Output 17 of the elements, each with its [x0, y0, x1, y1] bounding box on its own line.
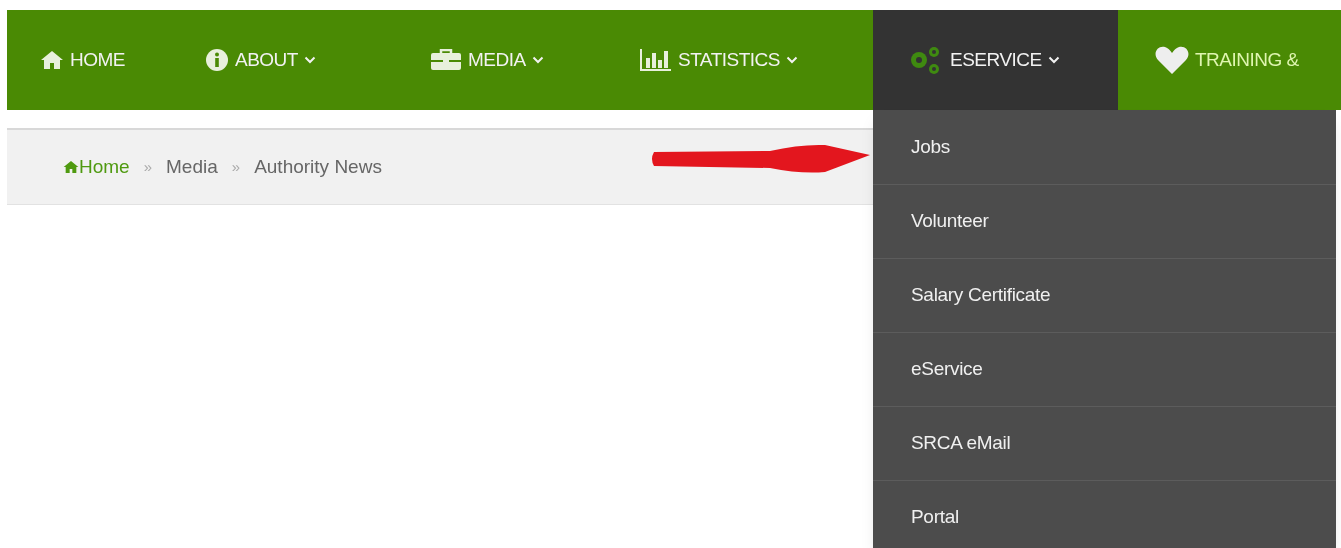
breadcrumb-link[interactable]: Media	[166, 152, 218, 182]
dropdown-item[interactable]: Volunteer	[873, 184, 1336, 258]
breadcrumb-separator: »	[143, 156, 153, 177]
dropdown-item[interactable]: Portal	[873, 480, 1336, 548]
home-icon	[63, 160, 79, 174]
breadcrumb-separator: »	[231, 156, 241, 177]
dropdown-item[interactable]: eService	[873, 332, 1336, 406]
nav-item[interactable]: ESERVICE	[873, 10, 1118, 110]
dropdown-item[interactable]: SRCA eMail	[873, 406, 1336, 480]
home-icon	[40, 50, 64, 70]
dropdown-item[interactable]: Salary Certificate	[873, 258, 1336, 332]
briefcase-icon	[430, 49, 462, 71]
info-icon	[205, 48, 229, 72]
current-page-label: Authority News	[254, 154, 382, 179]
dropdown-item[interactable]: Jobs	[873, 110, 1336, 184]
heart-icon	[1155, 45, 1189, 75]
bar-chart-icon	[640, 48, 672, 72]
